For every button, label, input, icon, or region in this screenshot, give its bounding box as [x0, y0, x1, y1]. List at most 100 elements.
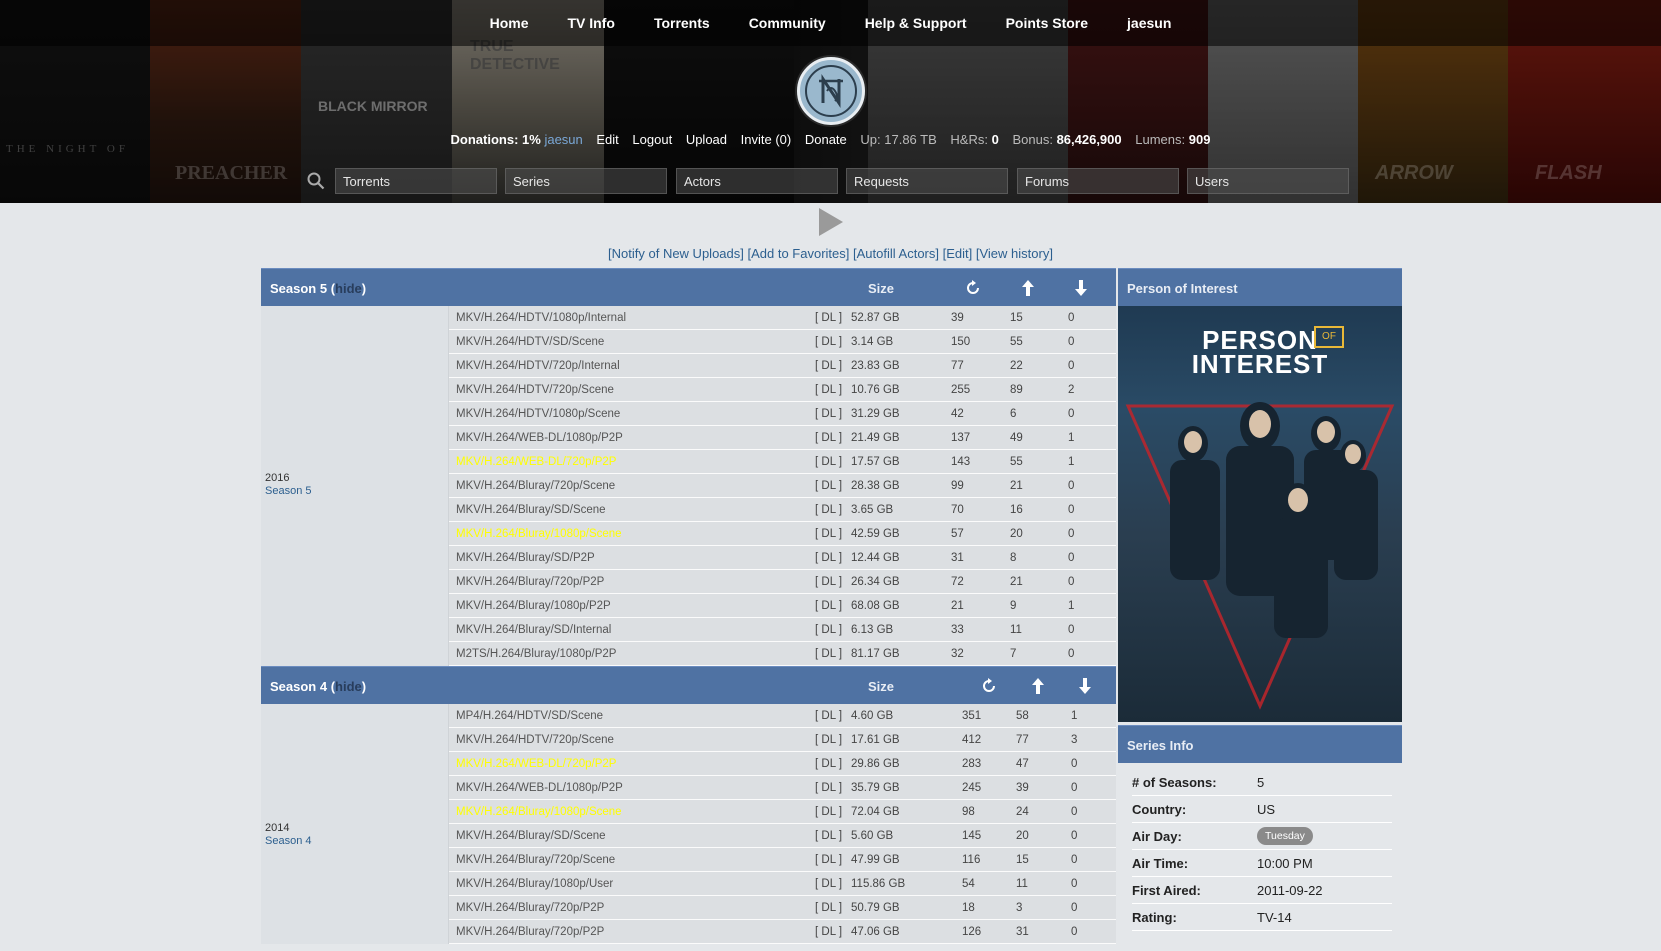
torrent-name-link[interactable]: MKV/H.264/Bluray/720p/P2P [456, 926, 604, 938]
download-link[interactable]: [ DL ] [815, 384, 842, 396]
torrent-row[interactable]: MP4/H.264/HDTV/SD/Scene [ DL ] 4.60 GB 351 5… [449, 704, 1116, 728]
search-torrents-input[interactable]: Torrents [335, 168, 497, 194]
torrent-row[interactable]: MKV/H.264/Bluray/720p/Scene [ DL ] 47.99 G… [449, 848, 1116, 872]
logout-link[interactable]: Logout [632, 132, 672, 147]
add-favorites-link[interactable]: [Add to Favorites] [748, 246, 850, 261]
torrent-name-link[interactable]: MKV/H.264/Bluray/SD/Internal [456, 624, 611, 636]
torrent-row[interactable]: M2TS/H.264/Bluray/1080p/P2P [ DL ] 81.17 G… [449, 642, 1116, 666]
torrent-name-link[interactable]: MKV/H.264/Bluray/1080p/Scene [456, 528, 622, 540]
download-link[interactable]: [ DL ] [815, 710, 842, 722]
torrent-name-link[interactable]: MKV/H.264/HDTV/1080p/Scene [456, 408, 620, 420]
torrent-row[interactable]: MKV/H.264/HDTV/1080p/Scene [ DL ] 31.29 GB… [449, 402, 1116, 426]
user-profile-link[interactable]: jaesun [544, 132, 582, 147]
download-link[interactable]: [ DL ] [815, 806, 842, 818]
series-poster[interactable]: PERSON INTEREST OF [1118, 306, 1402, 722]
torrent-name-link[interactable]: MKV/H.264/Bluray/720p/Scene [456, 854, 615, 866]
invite-link[interactable]: Invite (0) [741, 132, 792, 147]
edit-link[interactable]: Edit [596, 132, 618, 147]
leechers-down-arrow-icon[interactable] [1073, 279, 1089, 297]
download-link[interactable]: [ DL ] [815, 360, 842, 372]
donate-link[interactable]: Donate [805, 132, 847, 147]
download-link[interactable]: [ DL ] [815, 734, 842, 746]
view-history-link[interactable]: [View history] [976, 246, 1053, 261]
torrent-name-link[interactable]: MKV/H.264/HDTV/SD/Scene [456, 336, 604, 348]
nav-points-store[interactable]: Points Store [1006, 15, 1088, 31]
download-link[interactable]: [ DL ] [815, 504, 842, 516]
hide-toggle[interactable]: hide [335, 679, 362, 694]
torrent-row[interactable]: MKV/H.264/Bluray/1080p/Scene [ DL ] 42.59 … [449, 522, 1116, 546]
download-link[interactable]: [ DL ] [815, 336, 842, 348]
snatched-refresh-icon[interactable] [980, 677, 998, 695]
search-requests-input[interactable]: Requests [846, 168, 1008, 194]
download-link[interactable]: [ DL ] [815, 782, 842, 794]
torrent-row[interactable]: MKV/H.264/Bluray/720p/P2P [ DL ] 26.34 GB 7… [449, 570, 1116, 594]
torrent-name-link[interactable]: MKV/H.264/HDTV/720p/Scene [456, 384, 614, 396]
seeders-up-arrow-icon[interactable] [1020, 279, 1036, 297]
torrent-name-link[interactable]: MKV/H.264/HDTV/1080p/Internal [456, 312, 626, 324]
torrent-name-link[interactable]: MKV/H.264/Bluray/1080p/P2P [456, 600, 611, 612]
torrent-name-link[interactable]: MKV/H.264/Bluray/SD/P2P [456, 552, 595, 564]
torrent-row[interactable]: MKV/H.264/HDTV/SD/Scene [ DL ] 3.14 GB 150 5… [449, 330, 1116, 354]
torrent-name-link[interactable]: MKV/H.264/Bluray/720p/P2P [456, 576, 604, 588]
download-link[interactable]: [ DL ] [815, 624, 842, 636]
edit-series-link[interactable]: [Edit] [943, 246, 973, 261]
nav-home[interactable]: Home [490, 15, 529, 31]
torrent-row[interactable]: MKV/H.264/Bluray/SD/P2P [ DL ] 12.44 GB 31 8… [449, 546, 1116, 570]
nav-help-support[interactable]: Help & Support [865, 15, 967, 31]
search-forums-input[interactable]: Forums [1017, 168, 1179, 194]
torrent-name-link[interactable]: MKV/H.264/HDTV/720p/Internal [456, 360, 620, 372]
torrent-row[interactable]: MKV/H.264/WEB-DL/1080p/P2P [ DL ] 35.79 GB… [449, 776, 1116, 800]
nav-torrents[interactable]: Torrents [654, 15, 710, 31]
size-column-header[interactable]: Size [868, 679, 894, 694]
torrent-row[interactable]: MKV/H.264/HDTV/720p/Internal [ DL ] 23.83 … [449, 354, 1116, 378]
download-link[interactable]: [ DL ] [815, 926, 842, 938]
torrent-row[interactable]: MKV/H.264/Bluray/720p/P2P [ DL ] 47.06 GB 1… [449, 920, 1116, 944]
nav-tv-info[interactable]: TV Info [568, 15, 615, 31]
autofill-actors-link[interactable]: [Autofill Actors] [853, 246, 939, 261]
download-link[interactable]: [ DL ] [815, 528, 842, 540]
torrent-row[interactable]: MKV/H.264/Bluray/SD/Internal [ DL ] 6.13 G… [449, 618, 1116, 642]
download-link[interactable]: [ DL ] [815, 600, 842, 612]
torrent-row[interactable]: MKV/H.264/Bluray/1080p/P2P [ DL ] 68.08 GB… [449, 594, 1116, 618]
download-link[interactable]: [ DL ] [815, 432, 842, 444]
torrent-name-link[interactable]: MKV/H.264/WEB-DL/720p/P2P [456, 758, 616, 770]
download-link[interactable]: [ DL ] [815, 456, 842, 468]
search-series-input[interactable]: Series [505, 168, 667, 194]
torrent-name-link[interactable]: MKV/H.264/HDTV/720p/Scene [456, 734, 614, 746]
download-link[interactable]: [ DL ] [815, 902, 842, 914]
size-column-header[interactable]: Size [868, 281, 894, 296]
search-users-input[interactable]: Users [1187, 168, 1349, 194]
download-link[interactable]: [ DL ] [815, 552, 842, 564]
nav-user[interactable]: jaesun [1127, 15, 1171, 31]
torrent-name-link[interactable]: MKV/H.264/Bluray/SD/Scene [456, 830, 606, 842]
torrent-row[interactable]: MKV/H.264/Bluray/1080p/User [ DL ] 115.86 … [449, 872, 1116, 896]
download-link[interactable]: [ DL ] [815, 312, 842, 324]
torrent-name-link[interactable]: MP4/H.264/HDTV/SD/Scene [456, 710, 603, 722]
torrent-row[interactable]: MKV/H.264/Bluray/720p/P2P [ DL ] 50.79 GB 1… [449, 896, 1116, 920]
torrent-row[interactable]: MKV/H.264/WEB-DL/1080p/P2P [ DL ] 21.49 GB… [449, 426, 1116, 450]
torrent-row[interactable]: MKV/H.264/Bluray/720p/Scene [ DL ] 28.38 G… [449, 474, 1116, 498]
torrent-row[interactable]: MKV/H.264/HDTV/720p/Scene [ DL ] 10.76 GB 2… [449, 378, 1116, 402]
seeders-up-arrow-icon[interactable] [1030, 677, 1046, 695]
torrent-name-link[interactable]: MKV/H.264/Bluray/720p/Scene [456, 480, 615, 492]
download-link[interactable]: [ DL ] [815, 648, 842, 660]
season-link[interactable]: Season 4 [265, 835, 311, 848]
download-link[interactable]: [ DL ] [815, 758, 842, 770]
torrent-row[interactable]: MKV/H.264/HDTV/720p/Scene [ DL ] 17.61 GB 4… [449, 728, 1116, 752]
search-icon[interactable] [307, 172, 325, 190]
torrent-row[interactable]: MKV/H.264/Bluray/SD/Scene [ DL ] 3.65 GB 70… [449, 498, 1116, 522]
play-icon[interactable] [818, 207, 844, 237]
torrent-row[interactable]: MKV/H.264/Bluray/SD/Scene [ DL ] 5.60 GB 14… [449, 824, 1116, 848]
download-link[interactable]: [ DL ] [815, 480, 842, 492]
notify-uploads-link[interactable]: [Notify of New Uploads] [608, 246, 744, 261]
torrent-row[interactable]: MKV/H.264/Bluray/1080p/Scene [ DL ] 72.04 … [449, 800, 1116, 824]
download-link[interactable]: [ DL ] [815, 854, 842, 866]
torrent-name-link[interactable]: MKV/H.264/WEB-DL/1080p/P2P [456, 782, 623, 794]
torrent-name-link[interactable]: MKV/H.264/Bluray/SD/Scene [456, 504, 606, 516]
download-link[interactable]: [ DL ] [815, 408, 842, 420]
torrent-name-link[interactable]: MKV/H.264/WEB-DL/720p/P2P [456, 456, 616, 468]
torrent-name-link[interactable]: MKV/H.264/Bluray/1080p/User [456, 878, 613, 890]
download-link[interactable]: [ DL ] [815, 576, 842, 588]
torrent-row[interactable]: MKV/H.264/HDTV/1080p/Internal [ DL ] 52.87… [449, 306, 1116, 330]
download-link[interactable]: [ DL ] [815, 830, 842, 842]
